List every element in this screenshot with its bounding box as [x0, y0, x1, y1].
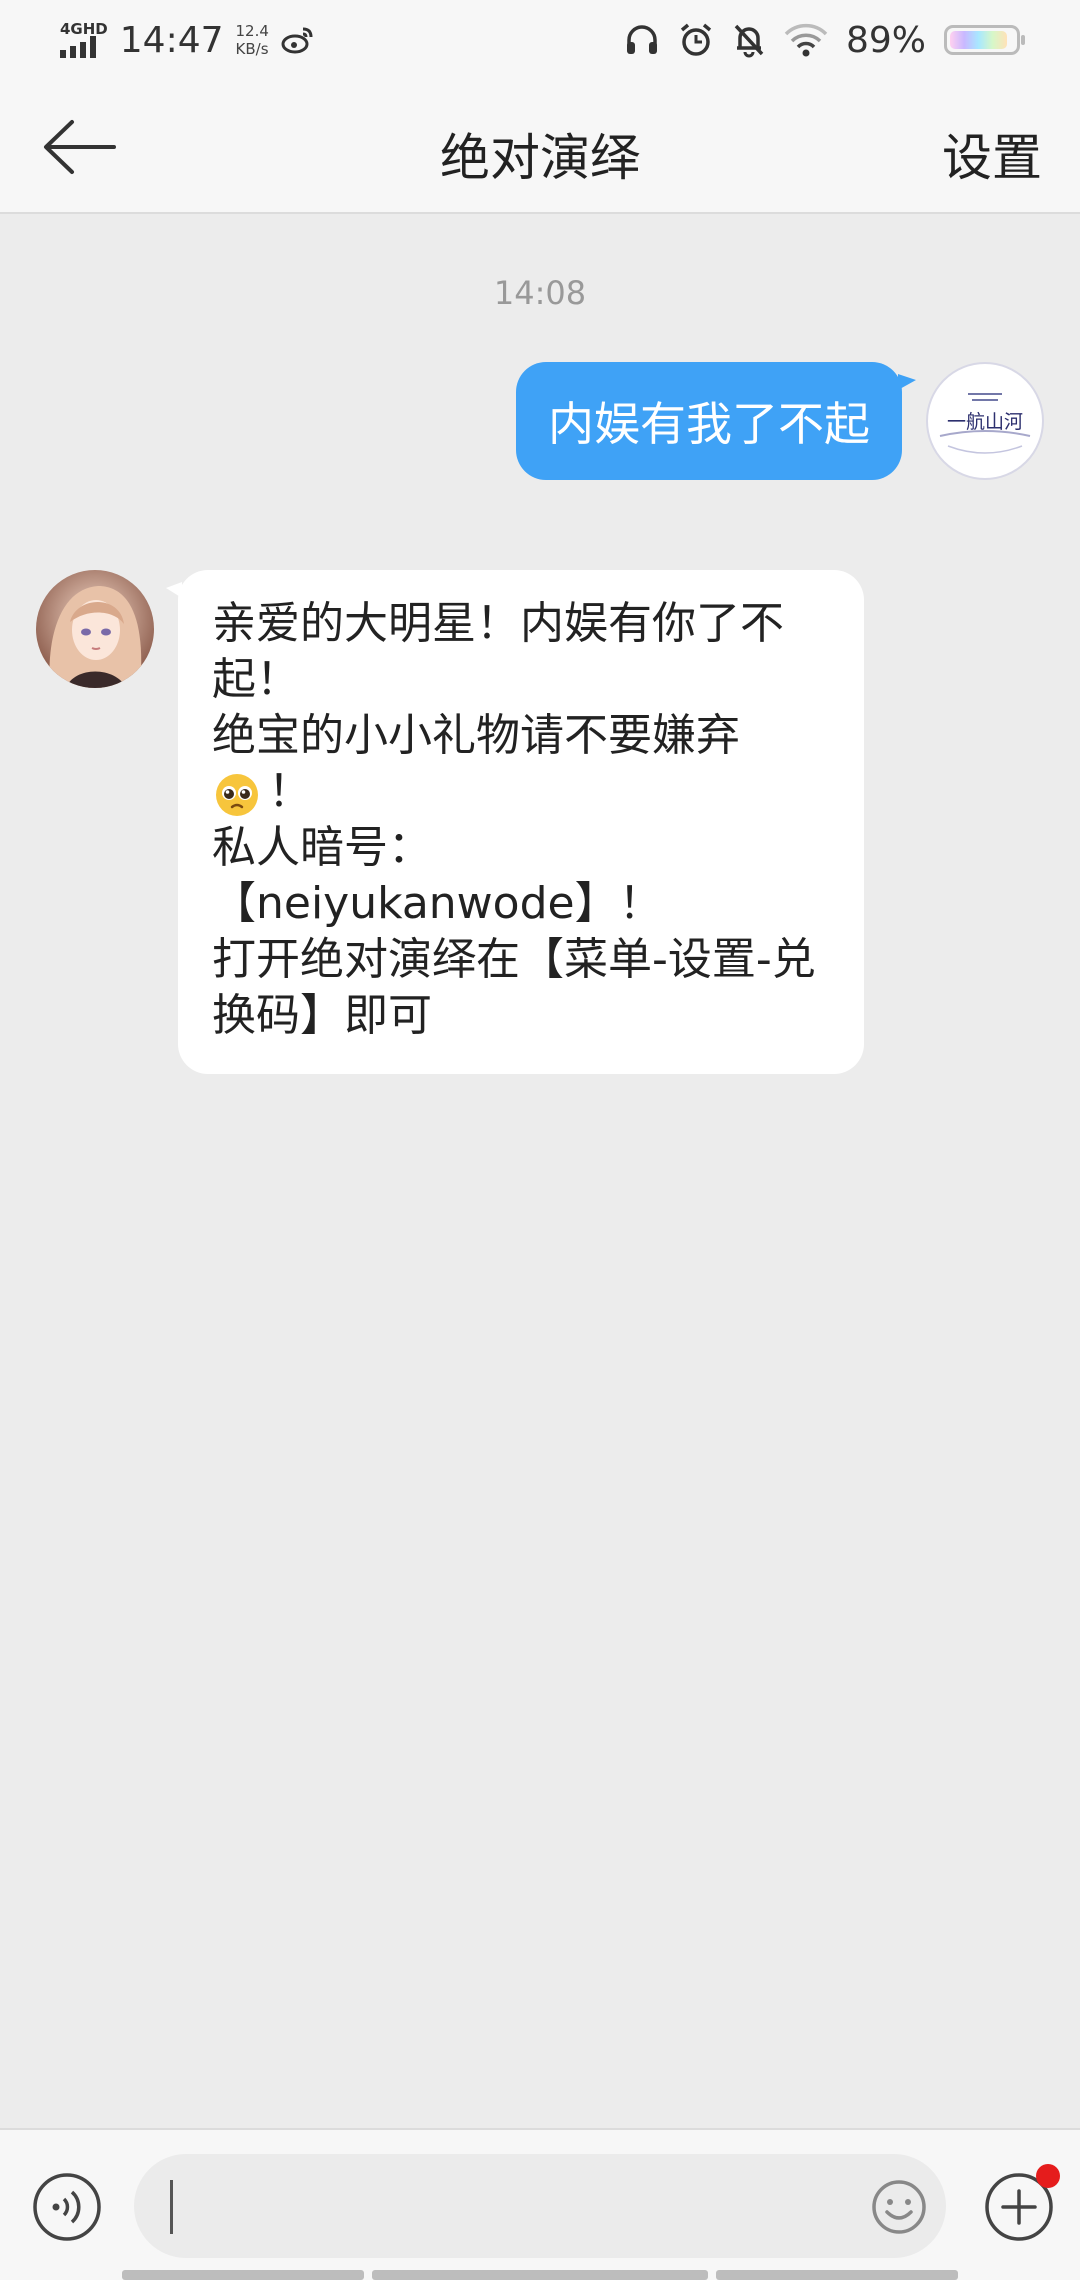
message-list[interactable]: 14:08 内娱有我了不起 一航山河 亲爱的大明星！内娱有你了不起！ 绝宝的小小… [0, 216, 1080, 2128]
speed-unit: KB/s [235, 40, 269, 58]
status-bar: 4GHD 14:47 12.4 KB/s 89% [0, 0, 1080, 80]
incoming-message-line: 私人暗号： [212, 822, 432, 873]
message-timestamp: 14:08 [493, 274, 587, 312]
status-left: 4GHD 14:47 12.4 KB/s [60, 20, 315, 61]
text-caret [170, 2180, 173, 2234]
pleading-face-emoji-icon [216, 774, 258, 816]
network-speed: 12.4 KB/s [236, 22, 269, 58]
notification-badge [1036, 2164, 1060, 2188]
calligraphy-seal-avatar: 一航山河 [931, 367, 1039, 475]
anime-character-avatar [36, 570, 154, 688]
network-type: 4GHD [60, 20, 108, 38]
incoming-message-punctuation: ！ [268, 766, 312, 817]
speed-value: 12.4 [235, 22, 269, 40]
battery-icon [944, 25, 1025, 55]
alarm-icon [680, 23, 712, 56]
incoming-message-line: 【neiyukanwode】！ [212, 878, 663, 929]
status-time: 14:47 [119, 19, 224, 61]
headphones-icon [626, 25, 657, 54]
incoming-message-line: 绝宝的小小礼物请不要嫌弃 [212, 710, 740, 761]
outgoing-message-text: 内娱有我了不起 [548, 397, 870, 451]
battery-percent: 89% [845, 19, 926, 61]
incoming-message-line: ！ [212, 764, 834, 820]
emoji-smile-icon [872, 2180, 926, 2234]
top-nav-bar: 绝对演绎 设置 [0, 80, 1080, 214]
battery-fill [950, 31, 1007, 49]
message-input[interactable] [134, 2154, 946, 2258]
my-avatar[interactable]: 一航山河 [926, 362, 1044, 480]
mute-bell-icon [734, 24, 764, 58]
voice-input-button[interactable] [32, 2172, 102, 2242]
message-input-bar [0, 2128, 1080, 2280]
incoming-message-line: 打开绝对演绎在【菜单-设置-兑换码】即可 [212, 934, 816, 1041]
voice-icon [33, 2173, 101, 2241]
weibo-icon [281, 27, 313, 54]
network-indicator: 4GHD [60, 22, 108, 58]
status-right: 89% [624, 19, 1025, 61]
emoji-button[interactable] [870, 2178, 928, 2236]
settings-button[interactable]: 设置 [942, 118, 1042, 190]
outgoing-message-bubble[interactable]: 内娱有我了不起 [516, 362, 916, 480]
incoming-message-bubble[interactable]: 亲爱的大明星！内娱有你了不起！ 绝宝的小小礼物请不要嫌弃 ！ 私人暗号： 【ne… [166, 570, 864, 1074]
gesture-bar-center [372, 2270, 708, 2280]
avatar-calligraphy-text: 一航山河 [947, 411, 1023, 433]
incoming-message-line: 亲爱的大明星！内娱有你了不起！ [212, 598, 784, 705]
gesture-bar-left [122, 2270, 364, 2280]
page-title: 绝对演绎 [440, 129, 640, 187]
gesture-bar-right [716, 2270, 958, 2280]
contact-avatar[interactable] [36, 570, 154, 688]
signal-icon [60, 36, 96, 58]
wifi-icon [784, 23, 828, 57]
chat-screen: 4GHD 14:47 12.4 KB/s 89% 绝对演绎 设置 14:08 内… [0, 0, 1080, 2280]
